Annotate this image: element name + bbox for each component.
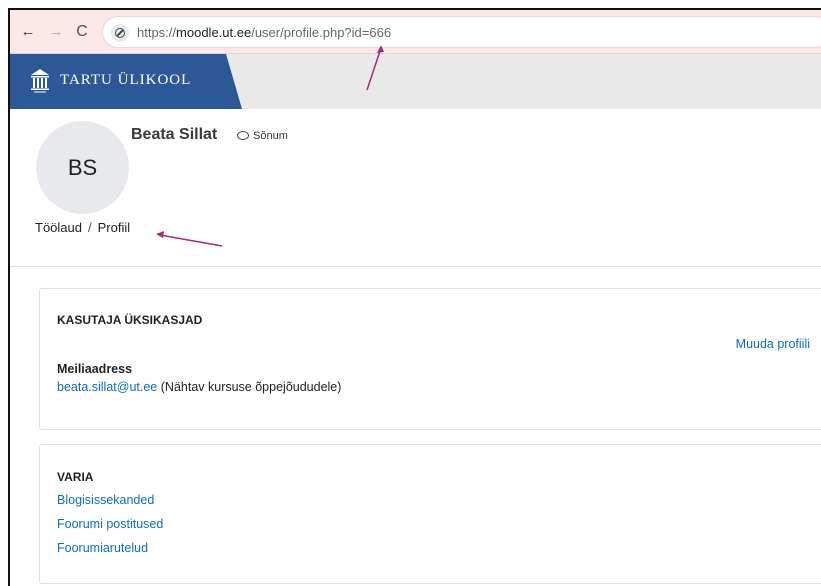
breadcrumb-dashboard[interactable]: Töölaud <box>35 220 82 235</box>
message-button[interactable]: Sõnum <box>237 130 288 142</box>
email-visibility-note: (Nähtav kursuse õppejõududele) <box>160 380 342 394</box>
forum-discussions-link[interactable]: Foorumiarutelud <box>57 541 148 555</box>
misc-title: VARIA <box>57 470 94 484</box>
breadcrumb: Töölaud / Profiil <box>35 220 130 235</box>
email-link[interactable]: beata.sillat@ut.ee <box>57 380 157 394</box>
reload-icon[interactable]: C <box>72 22 92 42</box>
university-building-icon <box>31 69 49 93</box>
profile-header: BS Beata Sillat Sõnum Töölaud / Profiil <box>10 109 821 267</box>
url-text[interactable]: https://moodle.ut.ee/user/profile.php?id… <box>137 25 391 40</box>
back-arrow-icon[interactable]: ← <box>18 22 38 42</box>
browser-window: ← → C https://moodle.ut.ee/user/profile.… <box>8 8 821 586</box>
email-value: beata.sillat@ut.ee (Nähtav kursuse õppej… <box>57 380 341 394</box>
email-label: Meiliaadress <box>57 362 133 376</box>
misc-card: VARIA Blogisissekanded Foorumi postituse… <box>39 444 821 584</box>
brand-name: TARTU ÜLIKOOL <box>60 72 192 88</box>
address-bar[interactable]: https://moodle.ut.ee/user/profile.php?id… <box>102 16 821 48</box>
site-info-icon[interactable] <box>111 24 129 42</box>
message-label: Sõnum <box>253 130 288 142</box>
brand-logo-link[interactable]: TARTU ÜLIKOOL <box>10 54 242 109</box>
forum-posts-link[interactable]: Foorumi postitused <box>57 517 163 531</box>
profile-name: Beata Sillat <box>131 126 218 143</box>
breadcrumb-profile: Profiil <box>97 220 131 235</box>
user-details-title: KASUTAJA ÜKSIKASJAD <box>57 313 203 327</box>
browser-toolbar: ← → C https://moodle.ut.ee/user/profile.… <box>10 10 821 54</box>
forward-arrow-icon[interactable]: → <box>46 22 66 42</box>
breadcrumb-separator: / <box>87 220 92 235</box>
site-navbar: TARTU ÜLIKOOL <box>10 54 821 109</box>
edit-profile-link[interactable]: Muuda profiili <box>736 337 810 351</box>
speech-bubble-icon <box>237 131 249 140</box>
blog-entries-link[interactable]: Blogisissekanded <box>57 493 154 507</box>
avatar: BS <box>36 121 129 214</box>
user-details-card: KASUTAJA ÜKSIKASJAD Muuda profiili Meili… <box>39 288 821 430</box>
